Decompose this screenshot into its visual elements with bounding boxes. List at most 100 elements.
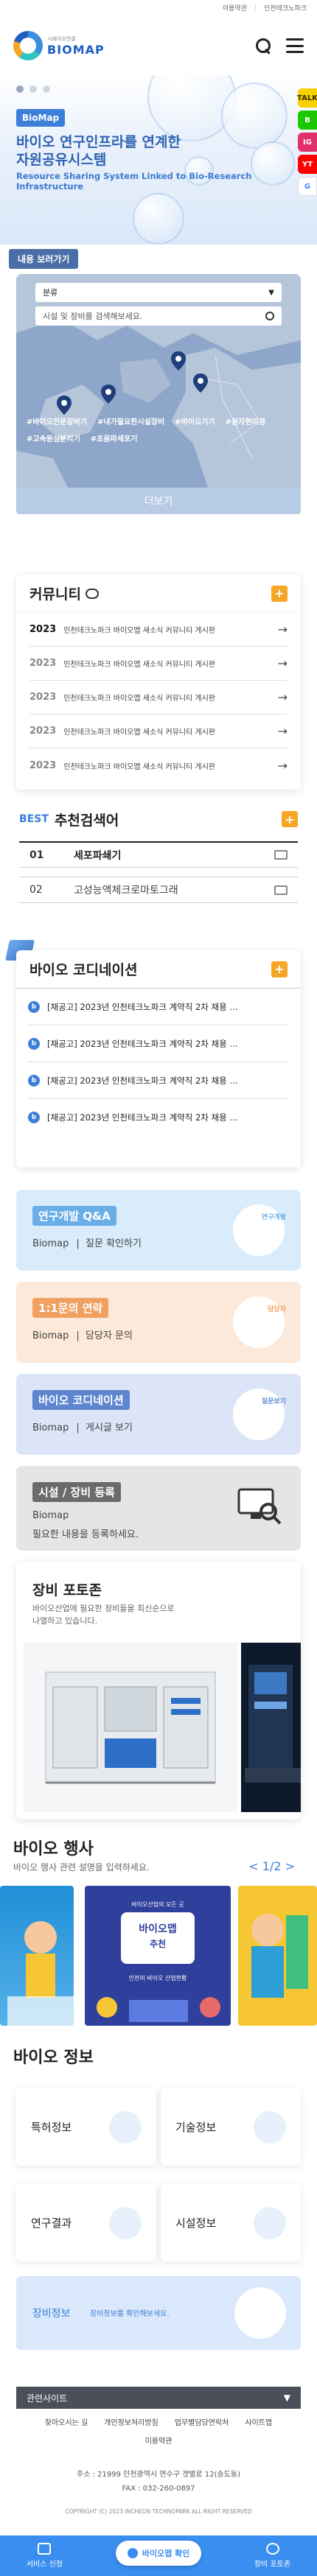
equipment-card: 장비 포토존 바이오산업에 필요한 장비들을 최신순으로 나열하고 있습니다. [16, 1562, 301, 1819]
category-select[interactable]: 분류 ▼ [35, 283, 282, 302]
arrow-right-icon: → [277, 690, 288, 704]
social-sidebar: TALK B IG YT G [297, 88, 317, 196]
chevron-down-icon: ▼ [268, 288, 274, 297]
camera-icon [265, 2543, 279, 2555]
facility-info-card[interactable]: 시설정보 [161, 2184, 301, 2261]
event-banner[interactable]: 바이오산업의 모든 곳 바이오맵 추천 인천의 바이오 산업현황 [85, 1886, 231, 2026]
list-item[interactable]: 2023 인천테크노파크 바이오맵 새소식 커뮤니티 게시판 → [29, 748, 288, 782]
map-view[interactable]: 분류 ▼ 시설 및 장비를 검색해보세요. #바이오전문장비기 #내가필요한시설… [16, 274, 301, 488]
event-image[interactable] [0, 1886, 74, 2026]
map-pin-icon[interactable] [193, 373, 208, 393]
card-label: 기술정보 [175, 2121, 217, 2134]
banner-desc: 장비정보를 확인해보세요. [90, 2310, 170, 2318]
youtube-icon[interactable]: YT [298, 155, 317, 174]
plus-icon[interactable]: + [271, 961, 288, 978]
banner-main-text: 바이오맵 [139, 1923, 177, 1935]
site-logo[interactable]: 시에이오연결 BIOMAP [13, 31, 105, 60]
equipment-desc: 나열하고 있습니다. [32, 1615, 97, 1626]
list-item[interactable]: 2023 인천테크노파크 바이오맵 새소식 커뮤니티 게시판 → [29, 613, 288, 647]
monitor-icon [274, 885, 288, 895]
list-item[interactable]: b [채공고] 2023년 인천테크노파크 계약직 2차 채용 … [28, 989, 289, 1025]
related-sites-select[interactable]: 관련사이트 ▼ [16, 2387, 301, 2409]
microscope-icon [234, 2287, 286, 2339]
map-tag[interactable]: #내가필요한시설장비 [97, 415, 164, 427]
map-tag[interactable]: #고속원심분리기 [27, 432, 80, 443]
footer-link[interactable]: 이용약관 [145, 2435, 173, 2446]
plus-icon[interactable]: + [282, 811, 298, 827]
slide-dot[interactable] [43, 85, 50, 93]
kakao-icon[interactable]: TALK [297, 88, 317, 108]
card-label: 특허정보 [31, 2121, 72, 2134]
card-brand: Biomap [32, 1330, 69, 1341]
instagram-icon[interactable]: IG [298, 133, 317, 152]
card-tag: 연구개발 [261, 1214, 286, 1221]
map-pin-icon [254, 2206, 286, 2239]
card-title: 1:1문의 연락 [32, 1298, 109, 1318]
best-title: 추천검색어 [54, 812, 119, 829]
map-pin-icon[interactable] [171, 351, 186, 371]
slide-dot[interactable] [29, 85, 37, 93]
post-year: 2023 [29, 624, 57, 635]
card-title: 연구개발 Q&A [32, 1206, 116, 1226]
footer-link[interactable]: 사이트맵 [245, 2416, 272, 2427]
blog-icon[interactable]: B [298, 110, 317, 130]
slide-dot[interactable] [16, 85, 24, 93]
coordination-card[interactable]: 바이오 코디네이션 Biomap | 게시글 보기 질문보기 [16, 1374, 301, 1455]
hero-subtitle: Resource Sharing System Linked to Bio-Re… [16, 171, 252, 192]
search-term: 세포파쇄기 [74, 849, 122, 862]
slide-indicator[interactable] [16, 85, 50, 93]
events-desc: 바이오 행사 관련 설명을 입력하세요. [13, 1862, 150, 1873]
list-item[interactable]: b [채공고] 2023년 인천테크노파크 계약직 2차 채용 … [28, 1062, 289, 1099]
photo-zone-button[interactable]: 장비 포토존 [254, 2543, 290, 2569]
events-pager[interactable]: < 1/2 > [248, 1859, 295, 1873]
hero-title-line: 자원공유시스템 [16, 151, 107, 168]
equipment-register-card[interactable]: 시설 / 장비 등록 Biomap 필요한 내용을 등록하세요. [16, 1466, 301, 1551]
map-tag[interactable]: #바이오기기 [175, 415, 215, 427]
terms-link[interactable]: 이용약관 [223, 3, 247, 13]
search-icon[interactable] [255, 38, 271, 54]
footer-link[interactable]: 찾아오시는 길 [45, 2416, 88, 2427]
google-icon[interactable]: G [298, 177, 317, 196]
equipment-image[interactable] [24, 1643, 237, 1812]
map-tag[interactable]: #초음파세포기 [91, 432, 138, 443]
post-year: 2023 [29, 658, 57, 669]
footer-link[interactable]: 업무별담당연락처 [175, 2416, 229, 2427]
list-item[interactable]: 2023 인천테크노파크 바이오맵 새소식 커뮤니티 게시판 → [29, 647, 288, 681]
biomap-check-button[interactable]: 바이오맵 확인 [115, 2540, 202, 2566]
map-tag[interactable]: #원자현미경 [226, 415, 265, 427]
service-request-button[interactable]: 서비스 신청 [27, 2543, 63, 2569]
menu-icon[interactable] [286, 38, 304, 53]
card-brand: Biomap [32, 1510, 69, 1521]
map-pin-icon[interactable] [57, 396, 72, 415]
map-more-button[interactable]: 더보기 [16, 488, 301, 514]
list-item[interactable]: b [채공고] 2023년 인천테크노파크 계약직 2차 채용 … [28, 1025, 289, 1062]
tech-info-card[interactable]: 기술정보 [161, 2088, 301, 2166]
inquiry-card[interactable]: 1:1문의 연락 Biomap | 담당자 문의 담당자 [16, 1282, 301, 1363]
equipment-info-banner[interactable]: 장비정보 장비정보를 확인해보세요. [16, 2276, 301, 2350]
best-search-item[interactable]: 02 고성능액체크로마토그래 [19, 877, 298, 903]
arrow-right-icon: → [277, 622, 288, 636]
map-pin-icon[interactable] [101, 385, 116, 404]
coordinator-section: 바이오 코디네이션 + b [채공고] 2023년 인천테크노파크 계약직 2차 … [0, 940, 317, 1179]
post-title: 인천테크노파크 바이오맵 새소식 커뮤니티 게시판 [63, 661, 216, 669]
list-item[interactable]: b [채공고] 2023년 인천테크노파크 계약직 2차 채용 … [28, 1099, 289, 1136]
footer-link[interactable]: 개인정보처리방침 [104, 2416, 158, 2427]
map-search-input[interactable]: 시설 및 장비를 검색해보세요. [35, 306, 282, 326]
list-item[interactable]: 2023 인천테크노파크 바이오맵 새소식 커뮤니티 게시판 → [29, 681, 288, 715]
patent-info-card[interactable]: 특허정보 [16, 2088, 156, 2166]
logo-subtext: 시에이오연결 [47, 35, 76, 42]
map-tag[interactable]: #바이오전문장비기 [27, 415, 87, 427]
plus-icon[interactable]: + [271, 585, 288, 602]
qna-card[interactable]: 연구개발 Q&A Biomap | 질문 확인하기 연구개발 [16, 1190, 301, 1271]
card-label: 시설정보 [175, 2217, 217, 2230]
search-term: 고성능액체크로마토그래 [74, 885, 178, 896]
research-result-card[interactable]: 연구결과 [16, 2184, 156, 2261]
list-item[interactable]: 2023 인천테크노파크 바이오맵 새소식 커뮤니티 게시판 → [29, 715, 288, 748]
technopark-link[interactable]: 인천테크노파크 [264, 3, 307, 13]
equipment-image[interactable] [241, 1643, 301, 1812]
search-icon[interactable] [265, 312, 274, 320]
equipment-desc: 바이오산업에 필요한 장비들을 최신순으로 [32, 1604, 175, 1613]
hero-badge: BioMap [16, 109, 66, 127]
best-search-item[interactable]: 01 세포파쇄기 [19, 841, 298, 868]
event-image[interactable] [238, 1886, 317, 2026]
